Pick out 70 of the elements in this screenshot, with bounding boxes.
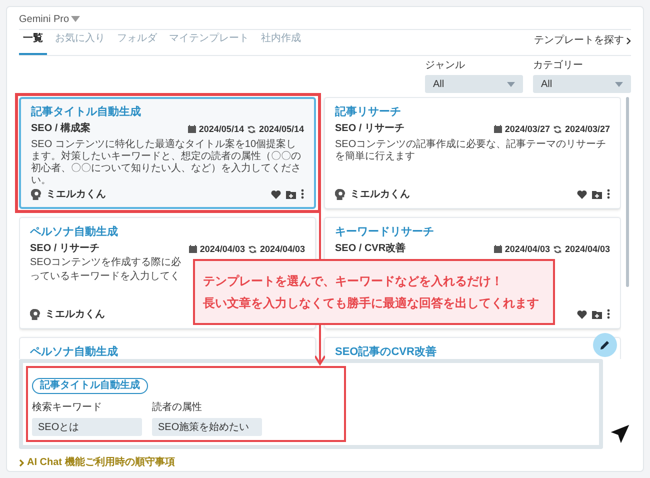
card-title: 記事タイトル自動生成: [31, 105, 142, 119]
card-category: SEO / リサーチ: [335, 123, 404, 135]
input-field[interactable]: SEO施策を始めたい: [152, 418, 262, 436]
calendar-icon: [494, 245, 502, 253]
more-icon[interactable]: [301, 189, 304, 199]
edit-button[interactable]: [593, 333, 617, 357]
updated-date: 2024/04/03: [260, 243, 305, 255]
card-category: SEO / CVR改善: [335, 243, 406, 255]
author-name: ミエルカくん: [46, 188, 106, 202]
created-date: 2024/03/27: [504, 123, 550, 135]
find-template-link[interactable]: テンプレートを探す: [534, 33, 631, 48]
created-date: 2024/04/03: [200, 243, 245, 255]
card-description: っているキーワードを入力してく: [30, 270, 180, 283]
model-selector[interactable]: Gemini Pro: [19, 12, 80, 26]
send-icon[interactable]: [609, 423, 631, 445]
card-title: ペルソナ自動生成: [30, 345, 119, 359]
author-name: ミエルカくん: [45, 308, 105, 322]
card-description: SEO コンテンツに特化した最適なタイトル案を10個提案します。対策したいキーワードと、想定の読者の属性（〇〇の初心者、〇〇について知りたい人、など）を入力してください。: [31, 139, 302, 187]
created-date: 2024/05/14: [198, 123, 244, 135]
chevron-right-icon: [626, 36, 631, 44]
heart-icon[interactable]: [577, 310, 587, 318]
card-title: 記事リサーチ: [335, 105, 402, 119]
filter-dropdown[interactable]: All: [533, 75, 631, 93]
input-field[interactable]: SEOとは: [32, 418, 142, 436]
card-description: SEOコンテンツを作成する際に必: [30, 256, 182, 269]
updated-date: 2024/03/27: [564, 123, 610, 135]
refresh-icon: [246, 124, 256, 134]
caret-icon: [507, 82, 515, 86]
template-card[interactable]: 記事タイトル自動生成 SEO / 構成案 2024/05/14 2024/05/14 SEO コンテンツに特化した最適なタイトル案を10個提案します。対策したいキーワードと、想定の読者の属性（〇〇の初心者、〇〇について知りたい人、など）を入力してください。 ミエルカくん: [19, 97, 316, 209]
refresh-icon: [248, 244, 257, 254]
card-title: ペルソナ自動生成: [30, 225, 119, 239]
card-title: SEO記事のCVR改善: [335, 345, 438, 359]
field-label: 検索キーワード: [32, 400, 103, 415]
more-icon[interactable]: [607, 189, 610, 199]
updated-date: 2024/04/03: [564, 243, 610, 255]
card-category: SEO / 構成案: [31, 123, 90, 135]
created-date: 2024/04/03: [504, 243, 550, 255]
folder-add-icon[interactable]: [592, 310, 602, 318]
pencil-icon: [599, 339, 611, 351]
folder-add-icon[interactable]: [592, 190, 602, 198]
calendar-icon: [188, 245, 197, 253]
card-category: SEO / リサーチ: [30, 243, 100, 255]
filter-dropdown[interactable]: All: [425, 75, 523, 93]
head-icon: [30, 308, 41, 320]
filter-label: ジャンル: [425, 59, 466, 73]
field-label: 読者の属性: [152, 400, 203, 415]
author-name: ミエルカくん: [350, 188, 410, 202]
template-card[interactable]: ペルソナ自動生成: [19, 337, 316, 359]
folder-add-icon[interactable]: [286, 190, 296, 198]
chevron-right-icon: [19, 458, 24, 466]
template-card[interactable]: SEO記事のCVR改善: [324, 337, 621, 359]
heart-icon[interactable]: [271, 190, 281, 198]
heart-icon[interactable]: [577, 190, 587, 198]
template-chip: 記事タイトル自動生成: [32, 378, 148, 394]
head-icon: [31, 188, 42, 200]
card-description: SEOコンテンツの記事作成に必要な、記事テーマのリサーチを簡単に行えます: [335, 139, 608, 163]
terms-link[interactable]: AI Chat 機能ご利用時の順守事項: [19, 455, 631, 470]
card-title: キーワードリサーチ: [335, 225, 435, 239]
refresh-icon: [552, 124, 562, 134]
tab[interactable]: 一覧: [19, 31, 47, 55]
calendar-icon: [188, 125, 196, 133]
filter-label: カテゴリー: [533, 59, 584, 73]
calendar-icon: [494, 125, 502, 133]
template-card[interactable]: 記事リサーチ SEO / リサーチ 2024/03/27 2024/03/27 SEOコンテンツの記事作成に必要な、記事テーマのリサーチを簡単に行えます ミエルカくん: [324, 97, 621, 209]
caret-icon: [71, 16, 80, 22]
updated-date: 2024/05/14: [258, 123, 304, 135]
refresh-icon: [552, 244, 562, 254]
head-icon: [335, 188, 346, 200]
more-icon[interactable]: [607, 309, 610, 319]
caret-icon: [615, 82, 623, 86]
